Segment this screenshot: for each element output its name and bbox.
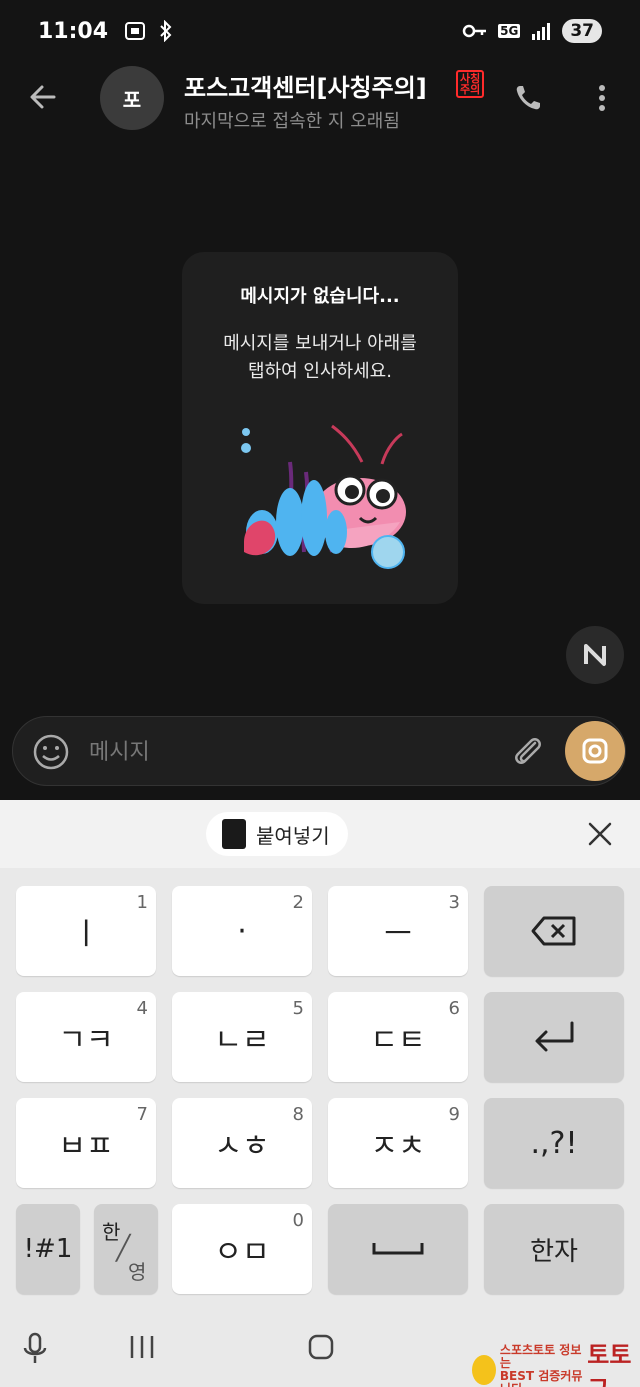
watermark-text: 스포츠토토 정보는 BEST 검증커뮤니티 [500,1344,583,1387]
symbols-key[interactable]: !#1 [16,1204,80,1294]
watermark-brand: 토토군 [587,1341,632,1387]
key-d-t[interactable]: ㄷㅌ 6 [328,992,468,1082]
enter-key[interactable] [484,992,624,1082]
empty-state-card[interactable]: 메시지가 없습니다... 메시지를 보내거나 아래를 탭하여 인사하세요. [182,252,458,604]
screenshot-icon [125,22,146,40]
camera-icon [582,738,608,764]
back-arrow-icon[interactable] [26,80,60,114]
phone-icon[interactable] [512,82,544,114]
key-i[interactable]: ㅣ1 [16,886,156,976]
network-type: 5G [498,24,521,38]
watermark-line1: 스포츠토토 정보는 [499,1343,582,1370]
home-icon[interactable] [306,1332,336,1362]
key-j-ch[interactable]: ㅈㅊ 9 [328,1098,468,1188]
impersonation-warning-badge: 사칭 주의 [456,70,485,98]
key-eu[interactable]: ㅡ3 [328,886,468,976]
recent-apps-icon[interactable] [128,1332,156,1362]
backspace-icon [531,916,576,946]
enter-icon [535,1021,574,1052]
space-icon [372,1243,424,1255]
empty-state-description: 메시지를 보내거나 아래를 탭하여 인사하세요. [223,333,417,382]
microphone-icon[interactable] [22,1332,48,1366]
hanja-key[interactable]: 한자 [484,1204,624,1294]
ai-logo-icon [584,644,606,666]
vpn-key-icon [462,24,487,38]
status-time: 11:04 [38,18,109,44]
message-composer [12,716,626,786]
chat-header: 포 포스고객센터[사칭주의] 마지막으로 접속한 지 오래됨 사칭 주의 [0,62,640,140]
keyboard: 붙여넣기 ㅣ1 · 2 ㅡ3 ㄱㅋ 4 ㄴㄹ 5 ㄷㅌ 6 ㅂㅍ 7 ㅅㅎ 8 ㅈㅊ 9 .,… [0,800,640,1387]
close-icon[interactable] [584,818,616,850]
last-seen-status: 마지막으로 접속한 지 오래됨 [184,111,400,132]
watermark: 스포츠토토 정보는 BEST 검증커뮤니티 토토군 [472,1335,640,1387]
keyboard-toolbar: 붙여넣기 [0,800,640,868]
chat-title: 포스고객센터[사칭주의] [184,74,427,102]
paperclip-icon[interactable] [509,733,547,771]
signal-icon [532,23,551,40]
language-english-label: 영 [128,1260,147,1284]
bluetooth-icon [160,20,172,42]
more-options-icon[interactable] [590,80,614,116]
ai-assistant-button[interactable] [566,626,624,684]
clipboard-thumbnail [222,819,246,849]
key-ng-m[interactable]: ㅇㅁ 0 [172,1204,312,1294]
avatar[interactable]: 포 [100,66,164,130]
emoji-icon[interactable] [31,732,71,772]
key-s-h[interactable]: ㅅㅎ 8 [172,1098,312,1188]
battery-level: 37 [562,19,602,43]
key-dot[interactable]: · 2 [172,886,312,976]
key-n-r[interactable]: ㄴㄹ 5 [172,992,312,1082]
camera-button[interactable] [565,721,625,781]
shrimp-sticker[interactable] [232,422,412,582]
key-b-p[interactable]: ㅂㅍ 7 [16,1098,156,1188]
watermark-logo-icon [472,1355,496,1385]
key-g-k[interactable]: ㄱㅋ 4 [16,992,156,1082]
watermark-line2: BEST 검증커뮤니티 [499,1369,583,1387]
empty-state-title: 메시지가 없습니다... [240,286,400,307]
status-bar: 11:04 5G 37 [0,0,640,62]
message-input[interactable] [89,733,489,771]
space-key[interactable] [328,1204,468,1294]
backspace-key[interactable] [484,886,624,976]
punctuation-key[interactable]: .,?! [484,1098,624,1188]
language-switch-key[interactable]: 한 ╱ 영 [94,1204,158,1294]
paste-button[interactable]: 붙여넣기 [206,812,348,856]
paste-label: 붙여넣기 [256,823,330,848]
